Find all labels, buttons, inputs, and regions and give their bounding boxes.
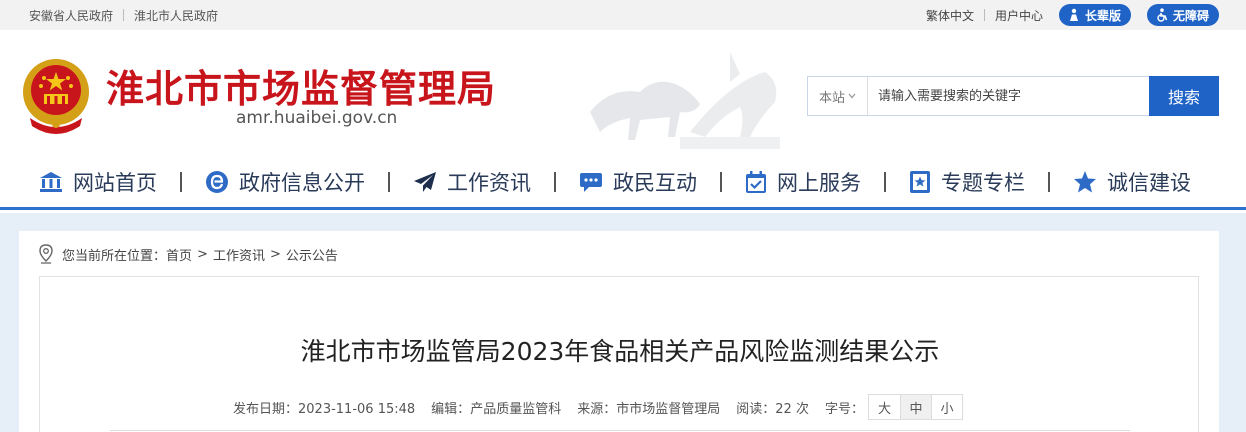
nav-divider: [884, 171, 886, 192]
publish-date: 发布日期：2023-11-06 15:48: [233, 401, 416, 417]
national-emblem-logo[interactable]: [20, 56, 92, 136]
divider: [983, 9, 985, 21]
accessibility-label: 无障碍: [1172, 8, 1209, 23]
nav-label: 政民互动: [613, 170, 697, 195]
nav-label: 专题专栏: [941, 170, 1025, 195]
breadcrumb-separator: >: [197, 246, 208, 262]
star-icon: [1074, 170, 1096, 192]
site-url: amr.huaibei.gov.cn: [236, 108, 398, 128]
article-title: 淮北市市场监管局2023年食品相关产品风险监测结果公示: [300, 337, 940, 366]
chat-icon: [580, 172, 602, 192]
article-container: 淮北市市场监管局2023年食品相关产品风险监测结果公示 发布日期：2023-11…: [39, 276, 1199, 432]
nav-item-gov-info[interactable]: 政府信息公开: [205, 167, 365, 197]
elderly-mode-label: 长辈版: [1084, 8, 1121, 23]
nav-item-home[interactable]: 网站首页: [39, 167, 157, 197]
e-icon: [206, 170, 228, 193]
traditional-chinese-link[interactable]: 繁体中文: [926, 7, 974, 24]
nav-divider: [388, 171, 390, 192]
breadcrumb-home[interactable]: 首页: [166, 245, 192, 264]
horse-statue-decoration: [590, 52, 780, 149]
search-input[interactable]: [868, 77, 1149, 115]
breadcrumb-prefix: 您当前所在位置：: [62, 248, 167, 264]
nav-divider: [180, 171, 182, 192]
breadcrumb: 您当前所在位置： 首页 > 工作资讯 > 公示公告: [38, 243, 338, 265]
paper-plane-icon: [414, 171, 436, 192]
search-scope-select[interactable]: 本站: [808, 77, 868, 115]
nav-label: 诚信建设: [1107, 170, 1191, 195]
main-nav: 网站首页 政府信息公开 工作资讯 政民互动 网上服务 专题专栏 诚信建设: [0, 156, 1246, 210]
calendar-check-icon: [746, 170, 766, 193]
font-size-medium-button[interactable]: 中: [899, 395, 931, 419]
nav-label: 工作资讯: [447, 170, 531, 195]
wheelchair-icon: [1157, 8, 1168, 22]
link-anhui-gov[interactable]: 安徽省人民政府: [29, 7, 113, 24]
nav-label: 网上服务: [777, 170, 861, 195]
location-pin-icon: [39, 244, 53, 264]
font-size-small-button[interactable]: 小: [930, 395, 962, 419]
search-button[interactable]: 搜索: [1149, 76, 1219, 116]
nav-divider: [554, 171, 556, 192]
nav-divider: [720, 171, 722, 192]
nav-label: 网站首页: [73, 170, 157, 195]
elderly-icon: [1069, 8, 1078, 21]
search-scope-label: 本站: [818, 90, 845, 106]
site-title: 淮北市市场监督管理局: [106, 67, 497, 111]
top-bar: 安徽省人民政府 淮北市人民政府 繁体中文 用户中心 长辈版 无障碍: [0, 0, 1246, 30]
editor: 编辑：产品质量监管科: [431, 401, 562, 417]
chevron-down-icon: [848, 93, 856, 99]
nav-label: 政府信息公开: [239, 170, 365, 195]
top-links: 安徽省人民政府 淮北市人民政府: [29, 0, 218, 30]
view-count: 阅读：22 次: [736, 401, 809, 417]
accessibility-button[interactable]: 无障碍: [1146, 4, 1219, 26]
search-box: 本站 搜索: [807, 76, 1219, 116]
font-size-label: 字号：: [824, 401, 864, 417]
bank-icon: [40, 171, 62, 192]
nav-divider: [1048, 171, 1050, 192]
nav-item-online-service[interactable]: 网上服务: [745, 167, 861, 197]
nav-item-interaction[interactable]: 政民互动: [579, 167, 697, 197]
star-book-icon: [910, 170, 930, 193]
font-size-switcher: 大 中 小: [867, 394, 963, 420]
top-right-tools: 繁体中文 用户中心 长辈版 无障碍: [926, 0, 1219, 30]
divider: [123, 9, 125, 21]
breadcrumb-announcements[interactable]: 公示公告: [286, 245, 338, 264]
article-meta: 发布日期：2023-11-06 15:48 编辑：产品质量监管科 来源：市市场监…: [233, 394, 963, 420]
user-center-link[interactable]: 用户中心: [995, 7, 1043, 24]
nav-item-credit[interactable]: 诚信建设: [1073, 167, 1191, 197]
divider: [110, 430, 1130, 431]
nav-item-special-topics[interactable]: 专题专栏: [909, 167, 1025, 197]
source: 来源：市市场监督管理局: [577, 401, 721, 417]
nav-item-work-news[interactable]: 工作资讯: [413, 167, 531, 197]
breadcrumb-work-news[interactable]: 工作资讯: [213, 245, 265, 264]
site-header: 淮北市市场监督管理局 amr.huaibei.gov.cn 本站 搜索: [0, 30, 1246, 156]
breadcrumb-separator: >: [269, 246, 281, 262]
link-huaibei-gov[interactable]: 淮北市人民政府: [134, 7, 218, 24]
font-size-large-button[interactable]: 大: [869, 395, 900, 419]
elderly-mode-button[interactable]: 长辈版: [1058, 4, 1131, 26]
